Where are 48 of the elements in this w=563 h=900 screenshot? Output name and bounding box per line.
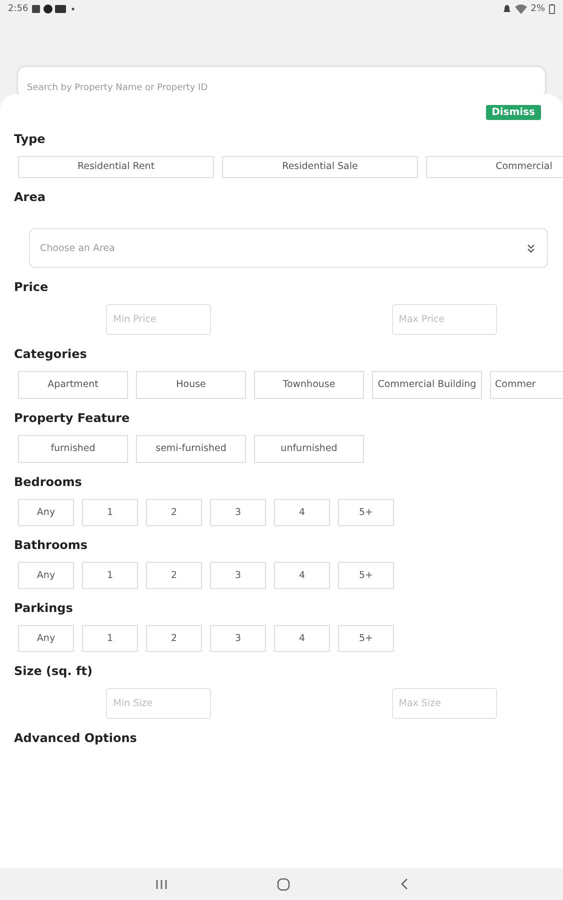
filter-chip[interactable]: Commer xyxy=(490,371,563,399)
filter-chip[interactable]: House xyxy=(136,371,246,399)
section-title: Bedrooms xyxy=(14,475,83,489)
recent-apps-icon[interactable] xyxy=(156,878,166,890)
filter-chip[interactable]: Commercial xyxy=(426,156,563,178)
section-title: Area xyxy=(14,190,46,204)
filter-chip[interactable]: 3 xyxy=(210,499,266,526)
back-icon[interactable] xyxy=(400,878,408,890)
filter-chip[interactable]: 1 xyxy=(82,499,138,526)
filter-chip[interactable]: 4 xyxy=(274,625,330,652)
filter-chip[interactable]: Any xyxy=(18,625,74,652)
wifi-icon xyxy=(514,4,527,14)
home-icon[interactable] xyxy=(276,878,290,890)
filter-chip[interactable]: unfurnished xyxy=(254,435,364,463)
filter-chip[interactable]: 2 xyxy=(146,625,202,652)
filter-chip[interactable]: 1 xyxy=(82,562,138,589)
filter-chip[interactable]: Commercial Building xyxy=(372,371,482,399)
filter-chip[interactable]: 2 xyxy=(146,499,202,526)
filter-chip[interactable]: Townhouse xyxy=(254,371,364,399)
filter-chip[interactable]: Apartment xyxy=(18,371,128,399)
section-title: Size (sq. ft) xyxy=(14,664,94,678)
filter-chip[interactable]: 5+ xyxy=(338,499,394,526)
section-title: Advanced Options xyxy=(14,731,138,745)
section-title: Parkings xyxy=(14,601,74,615)
filter-chip[interactable]: Residential Sale xyxy=(222,156,418,178)
section-title: Price xyxy=(14,280,50,294)
battery-level: 2% xyxy=(530,4,545,14)
battery-icon xyxy=(549,4,555,14)
filter-chip[interactable]: 5+ xyxy=(338,562,394,589)
filter-chip[interactable]: 4 xyxy=(274,562,330,589)
filter-chip[interactable]: 1 xyxy=(82,625,138,652)
filter-chip[interactable]: Any xyxy=(18,562,74,589)
section-title: Categories xyxy=(14,347,88,361)
notification-icons xyxy=(32,4,76,14)
filter-chip[interactable]: furnished xyxy=(18,435,128,463)
section-title: Property Feature xyxy=(14,411,131,425)
filter-chip[interactable]: 2 xyxy=(146,562,202,589)
filter-chip[interactable]: semi-furnished xyxy=(136,435,246,463)
filter-chip[interactable]: 5+ xyxy=(338,625,394,652)
filter-chip[interactable]: 3 xyxy=(210,562,266,589)
double-chevron-icon xyxy=(527,244,535,252)
status-time: 2:56 xyxy=(8,4,28,14)
filter-chip[interactable]: 4 xyxy=(274,499,330,526)
section-title: Type xyxy=(14,132,46,146)
filter-chip[interactable]: Residential Rent xyxy=(18,156,214,178)
filter-chip[interactable]: Any xyxy=(18,499,74,526)
section-title: Bathrooms xyxy=(14,538,89,552)
filter-chip[interactable]: 3 xyxy=(210,625,266,652)
